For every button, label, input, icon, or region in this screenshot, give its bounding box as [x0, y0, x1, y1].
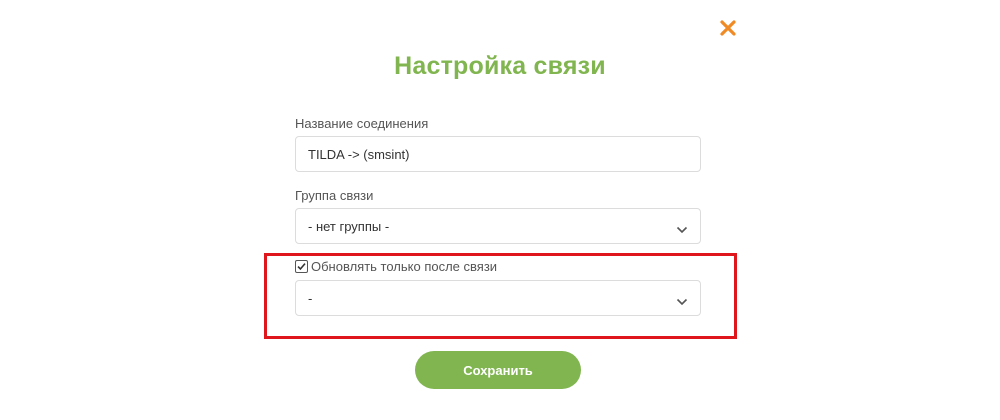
- connection-group-selected: - нет группы -: [308, 218, 390, 234]
- update-after-selected: -: [308, 290, 313, 306]
- connection-group-label: Группа связи: [295, 188, 374, 203]
- modal-title: Настройка связи: [394, 52, 606, 80]
- checkmark-icon: [297, 263, 306, 271]
- save-button[interactable]: Сохранить: [415, 351, 581, 389]
- connection-name-label: Название соединения: [295, 116, 429, 131]
- chevron-down-icon: [676, 294, 688, 306]
- update-after-checkbox[interactable]: [295, 260, 308, 273]
- chevron-down-icon: [676, 222, 688, 234]
- connection-settings-modal: Настройка связи Название соединения TILD…: [0, 0, 1000, 420]
- update-after-select[interactable]: -: [295, 280, 701, 316]
- connection-name-value: TILDA -> (smsint): [308, 146, 410, 162]
- connection-name-input[interactable]: TILDA -> (smsint): [295, 136, 701, 172]
- close-icon[interactable]: [718, 18, 738, 38]
- connection-group-select[interactable]: - нет группы -: [295, 208, 701, 244]
- update-after-label[interactable]: Обновлять только после связи: [311, 259, 497, 274]
- update-after-row: Обновлять только после связи: [295, 259, 497, 274]
